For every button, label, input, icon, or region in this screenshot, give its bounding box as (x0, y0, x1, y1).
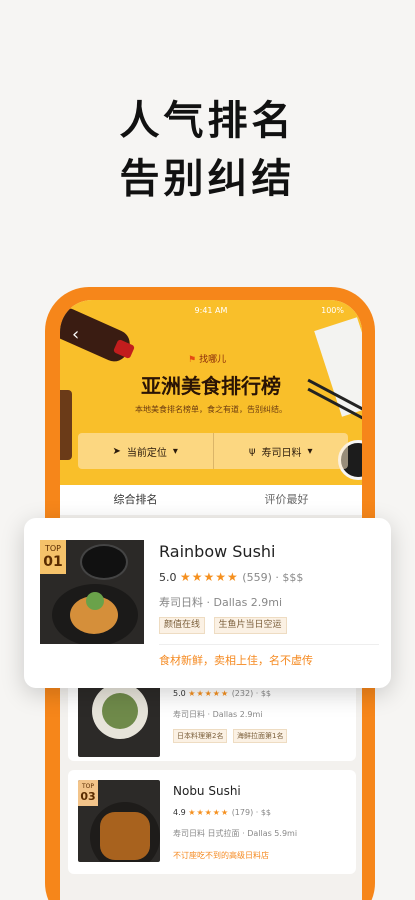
cuisine: 寿司日料 日式拉面 (173, 829, 240, 838)
page-subtitle: 本地美食排名榜单，食之有道，告别纠结。 (135, 405, 287, 414)
divider (159, 644, 379, 645)
tag-row: 日本料理第2名 海鲜拉面第1名 (173, 729, 290, 743)
brand-name: 找哪儿 (199, 355, 227, 365)
filter-location-label: 当前定位 (126, 447, 167, 459)
star-rating-icon: ★★★★★ (188, 808, 230, 817)
tag-badge: 海鲜拉面第1名 (233, 729, 288, 743)
cuisine: 寿司日料 (173, 710, 205, 719)
cuisine-row: 寿司日料 日式拉面 · Dallas 5.9mi (173, 829, 298, 838)
tag-badge: 颜值在线 (159, 617, 206, 634)
tab-bar: 综合排名 评价最好 (60, 485, 362, 515)
filter-location[interactable]: ➤ 当前定位 ▾ (78, 433, 213, 469)
headline: 人气排名 告别纠结 (0, 92, 415, 208)
restaurant-photo: TOP 03 (78, 780, 160, 862)
tab-overall-ranking[interactable]: 综合排名 (60, 485, 211, 515)
restaurant-note: 不订座吃不到的高级日料店 (173, 851, 269, 860)
review-count: (559) (242, 571, 272, 584)
review-count: (232) (231, 689, 254, 698)
brand-logo: ⚑ 找哪儿 (188, 352, 226, 365)
tab-best-rated[interactable]: 评价最好 (211, 485, 362, 515)
dropdown-caret-icon: ▾ (172, 445, 178, 457)
rating-row: 4.9 ★★★★★ (179) · $$ (173, 808, 272, 817)
cuisine-row: 寿司日料 · Dallas 2.9mi (173, 710, 263, 719)
takeout-box-image (314, 317, 362, 417)
tag-row: 颜值在线 生鱼片当日空运 (159, 617, 292, 634)
restaurant-name: Rainbow Sushi (159, 542, 276, 561)
brand-flag-icon: ⚑ (188, 355, 197, 365)
back-arrow-icon[interactable]: ‹ (72, 324, 79, 345)
dropdown-caret-icon: ▾ (307, 445, 313, 457)
filter-bar: ➤ 当前定位 ▾ ψ 寿司日料 ▾ (78, 433, 348, 469)
distance: Dallas 2.9mi (212, 710, 263, 719)
tag-badge: 生鱼片当日空运 (213, 617, 287, 634)
location-arrow-icon: ➤ (112, 445, 121, 457)
status-bar: 9:41 AM 100% (60, 306, 362, 315)
banner: 9:41 AM 100% ‹ ⚑ 找哪儿 亚洲美食排行榜 本地美食排名榜单，食之有… (60, 300, 362, 485)
page-title: 亚洲美食排行榜 (141, 374, 281, 398)
battery-level: 100% (321, 306, 344, 315)
price-level: $$ (260, 689, 272, 698)
restaurant-photo: TOP 01 (40, 540, 144, 644)
price-level: $$$ (282, 571, 304, 584)
featured-restaurant-card[interactable]: TOP 01 Rainbow Sushi 5.0 ★★★★★ (559) · $$… (24, 518, 391, 688)
star-rating-icon: ★★★★★ (180, 570, 239, 584)
price-level: $$ (260, 808, 272, 817)
restaurant-name: Nobu Sushi (173, 784, 241, 798)
tag-badge: 日本料理第2名 (173, 729, 228, 743)
headline-line-1: 人气排名 (119, 98, 296, 144)
distance: Dallas 5.9mi (247, 829, 298, 838)
rating-score: 5.0 (173, 689, 186, 698)
star-rating-icon: ★★★★★ (188, 689, 230, 698)
rank-badge: TOP 03 (78, 780, 98, 806)
rank-badge: TOP 01 (40, 540, 66, 574)
cuisine: 寿司日料 (159, 596, 203, 609)
review-count: (179) (231, 808, 254, 817)
distance: Dallas 2.9mi (213, 596, 283, 609)
list-item[interactable]: TOP 03 Nobu Sushi 4.9 ★★★★★ (179) · $$ 寿司… (68, 770, 356, 874)
headline-line-2: 告别纠结 (119, 156, 296, 202)
rating-score: 4.9 (173, 808, 186, 817)
status-time: 9:41 AM (194, 306, 228, 315)
filter-cuisine-label: 寿司日料 (261, 447, 302, 459)
fork-knife-icon: ψ (248, 445, 256, 457)
filter-cuisine[interactable]: ψ 寿司日料 ▾ (212, 433, 349, 469)
rating-score: 5.0 (159, 571, 177, 584)
restaurant-note: 食材新鲜，卖相上佳，名不虚传 (159, 654, 313, 667)
food-image (60, 390, 72, 460)
cuisine-row: 寿司日料 · Dallas 2.9mi (159, 596, 283, 609)
rating-row: 5.0 ★★★★★ (559) · $$$ (159, 570, 304, 584)
rating-row: 5.0 ★★★★★ (232) · $$ (173, 689, 272, 698)
